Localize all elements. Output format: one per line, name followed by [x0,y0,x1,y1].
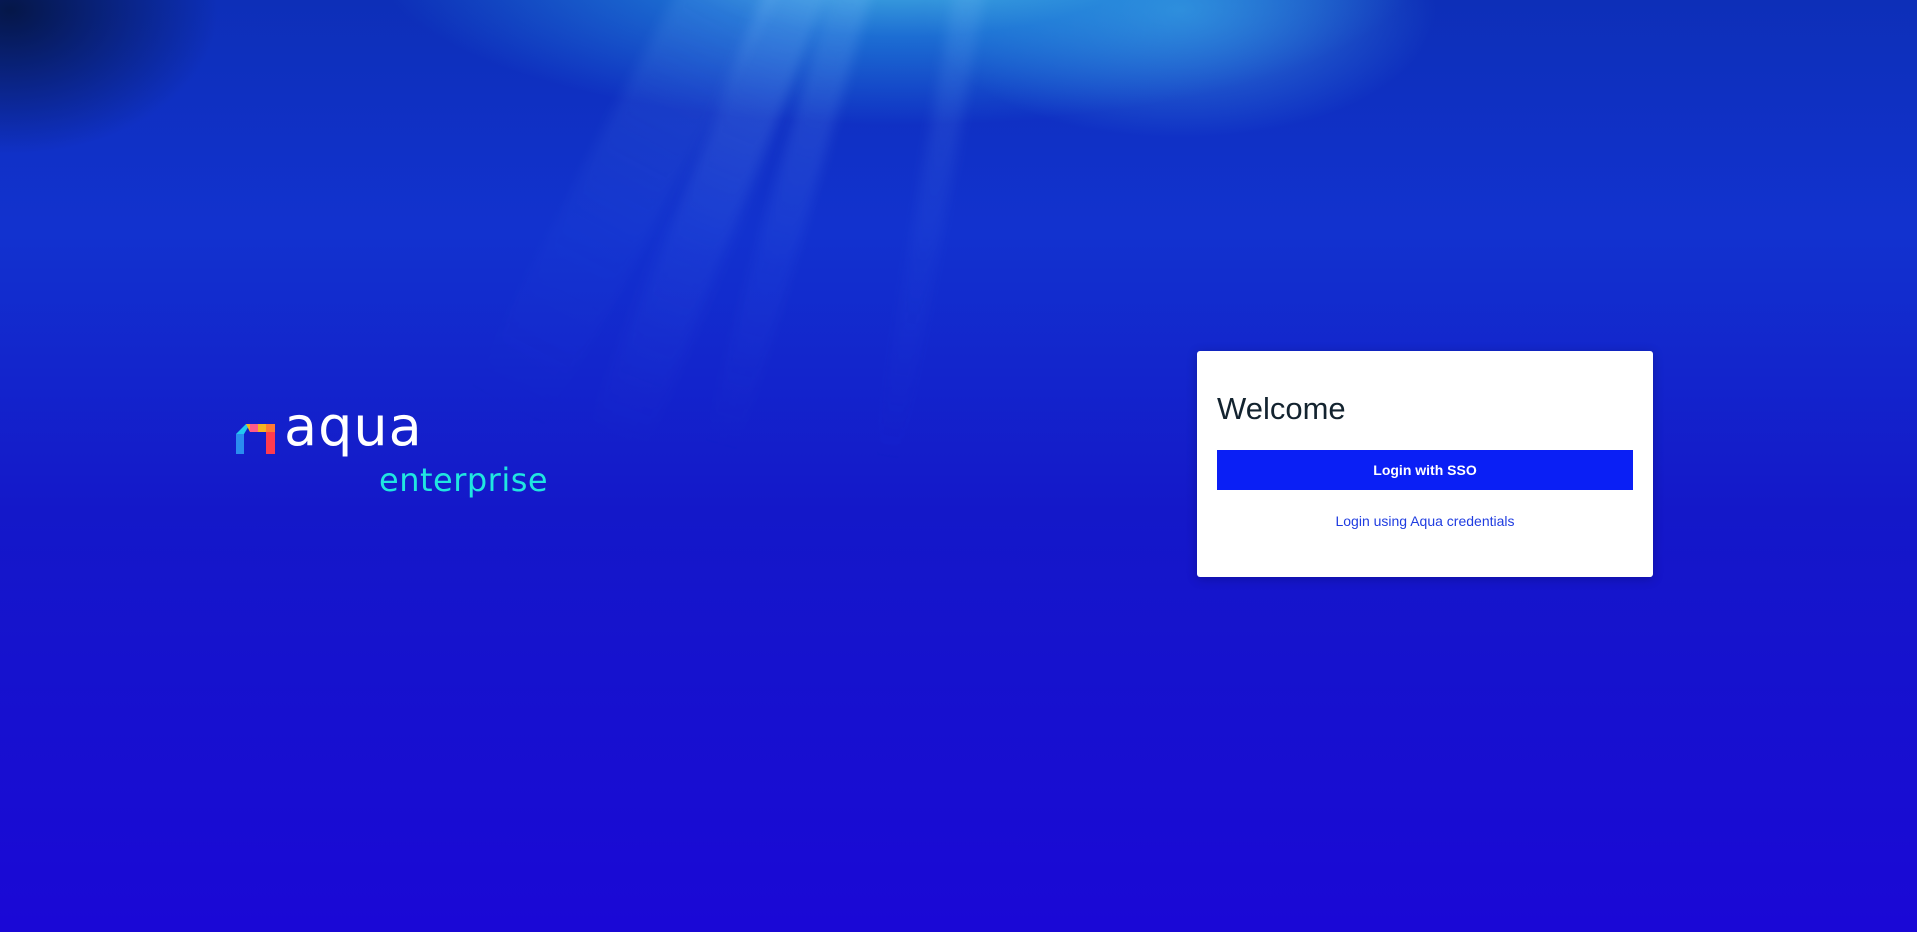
light-ray [461,0,785,441]
logo-wordmark: aqua [284,395,423,458]
login-credentials-link[interactable]: Login using Aqua credentials [1197,513,1653,529]
light-ray [869,0,990,475]
welcome-title: Welcome [1217,391,1346,426]
light-ray [697,0,880,466]
login-page: aqua enterprise Welcome Login with SSO L… [0,0,1917,932]
light-ray [587,0,838,454]
aqua-enterprise-logo: aqua enterprise [236,400,556,514]
logo-subtitle: enterprise [379,461,549,499]
aqua-logo-mark-icon [236,424,275,454]
login-card: Welcome Login with SSO Login using Aqua … [1197,351,1653,577]
login-sso-button[interactable]: Login with SSO [1217,450,1633,490]
